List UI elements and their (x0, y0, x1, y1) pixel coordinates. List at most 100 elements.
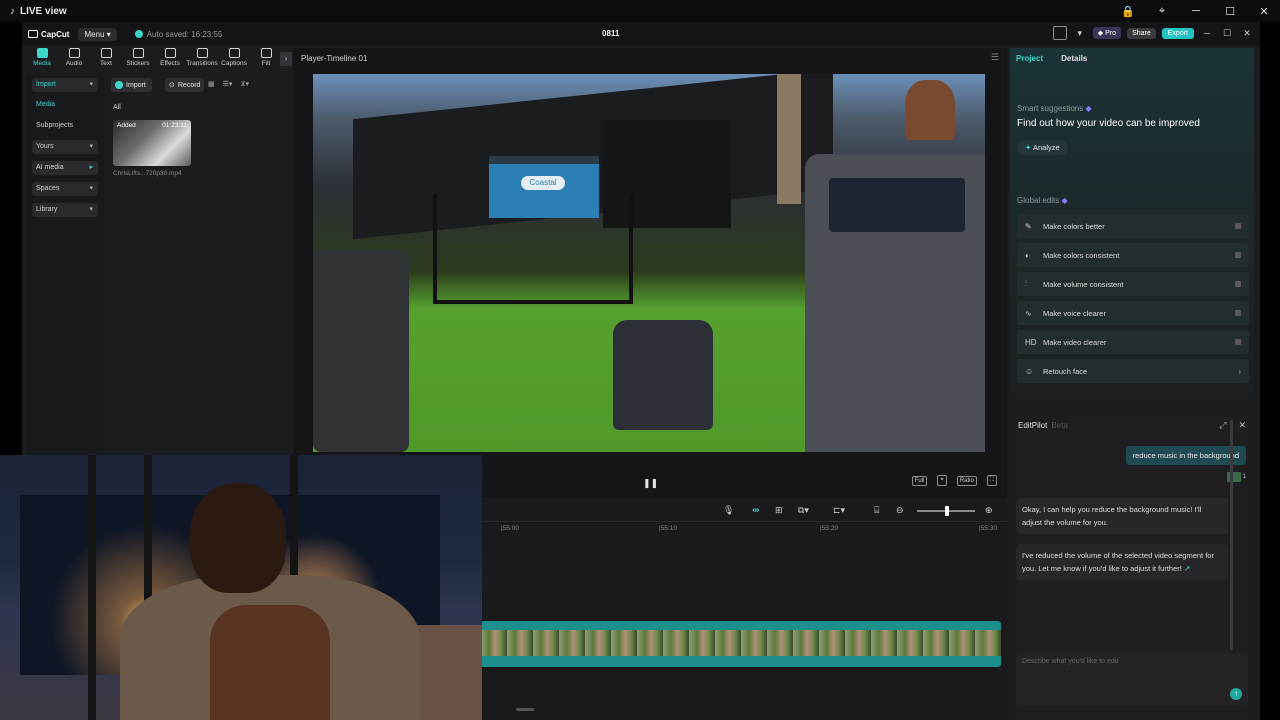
app-close-icon[interactable]: ✕ (1240, 28, 1254, 39)
all-filter-label[interactable]: All (113, 104, 121, 111)
effects-icon (164, 48, 176, 58)
app-minimize-icon[interactable]: ─ (1200, 28, 1214, 38)
player-menu-icon[interactable]: ☰ (991, 52, 999, 63)
editpilot-scrollbar[interactable] (1230, 420, 1233, 650)
send-icon[interactable]: ↑ (1230, 688, 1242, 700)
sidebar-item-subprojects[interactable]: Subprojects (32, 119, 98, 133)
toolbar-scroll-right-icon[interactable]: › (280, 52, 292, 66)
edit-make-colors-consistent[interactable]: ◐ Make colors consistent (1017, 243, 1249, 267)
edit-toggle[interactable] (1235, 223, 1241, 229)
lock-icon[interactable]: 🔒 (1120, 3, 1136, 19)
sort-icon[interactable]: ☰▾ (223, 80, 233, 88)
maximize-icon[interactable]: ☐ (1222, 3, 1238, 19)
os-title-text: LIVE view (20, 5, 67, 17)
tool-stickers[interactable]: Stickers (122, 48, 154, 72)
sidebar-item-ai-media[interactable]: AI media ▸ (32, 161, 98, 175)
sidebar-item-label: AI media (36, 164, 64, 171)
record-button[interactable]: ⊙ Record (165, 78, 205, 92)
tab-project[interactable]: Project (1016, 54, 1043, 63)
tool-audio[interactable]: Audio (58, 48, 90, 72)
tool-captions[interactable]: Captions (218, 48, 250, 72)
external-link-icon[interactable]: ↗ (1184, 564, 1190, 573)
tool-transitions[interactable]: Transitions (186, 48, 218, 72)
autosave-status: Auto saved: 16:23:55 (134, 30, 222, 39)
layout-dropdown-icon[interactable]: ▾ (1073, 28, 1087, 39)
media-sidebar: Import ▾ Media Subprojects Yours ▾ AI medi… (26, 74, 104, 454)
sidebar-item-import[interactable]: Import ▾ (32, 78, 98, 92)
transitions-icon (196, 48, 208, 58)
record-label: Record (177, 81, 201, 89)
snap-icon[interactable]: ⊞ (775, 505, 783, 516)
export-button[interactable]: Export (1161, 27, 1194, 39)
os-titlebar: ♪ LIVE view 🔒 ⌖ ─ ☐ ✕ (0, 0, 1280, 22)
ruler-tick: |55:30 (979, 525, 997, 532)
streamer-head (190, 483, 286, 593)
ratio-button[interactable]: Ratio (956, 475, 977, 486)
media-thumbnail[interactable]: Added 01:23:11 (113, 120, 191, 166)
os-title: ♪ LIVE view (10, 6, 67, 17)
tool-media[interactable]: Media (26, 48, 58, 72)
edit-label: Make colors better (1043, 221, 1105, 231)
clip-frames (481, 630, 1001, 656)
edit-make-video-clearer[interactable]: HD Make video clearer (1017, 330, 1249, 354)
sidebar-item-media[interactable]: Media (32, 98, 98, 112)
sidebar-item-library[interactable]: Library ▾ (32, 203, 98, 217)
project-title: 0811 (602, 29, 620, 38)
chevron-down-icon: ▾ (89, 206, 93, 213)
close-icon[interactable]: ✕ (1238, 420, 1246, 431)
layout-icon[interactable] (1052, 26, 1067, 40)
player-panel: Player-Timeline 01 ☰ Coastal ❚❚ Full ⌖ R… (293, 48, 1007, 498)
added-badge: Added (117, 122, 136, 129)
expand-icon[interactable]: ⤢ (1219, 420, 1226, 431)
tool-text[interactable]: Text (90, 48, 122, 72)
edit-toggle[interactable] (1235, 310, 1241, 316)
zoom-in-icon[interactable]: ⊕ (985, 505, 993, 516)
zoom-slider[interactable] (917, 506, 975, 516)
horizontal-scrollbar[interactable] (516, 708, 534, 711)
fullscreen-quality-button[interactable]: Full (911, 475, 928, 486)
edit-make-voice-clearer[interactable]: ∿ Make voice clearer (1017, 301, 1249, 325)
edit-label: Make voice clearer (1043, 308, 1106, 318)
split-icon[interactable]: ⧉▾ (798, 505, 809, 516)
tool-effects[interactable]: Effects (154, 48, 186, 72)
zoom-slider-knob[interactable] (945, 506, 949, 516)
sidebar-item-yours[interactable]: Yours ▾ (32, 140, 98, 154)
grid-view-icon[interactable]: ▦ (208, 80, 215, 88)
target-icon[interactable]: ⌖ (1154, 3, 1170, 19)
filter-icon[interactable]: ⊻▾ (240, 80, 249, 88)
edit-make-colors-better[interactable]: ✎ Make colors better (1017, 214, 1249, 238)
focus-icon[interactable]: ⌖ (937, 475, 947, 486)
microphone-icon[interactable]: 🎙 (723, 505, 734, 516)
edit-retouch-face[interactable]: ☺ Retouch face › (1017, 359, 1249, 383)
sparkle-icon: ✦ (1025, 143, 1032, 152)
app-maximize-icon[interactable]: ☐ (1220, 28, 1234, 39)
expand-icon[interactable]: ⛶ (986, 475, 997, 486)
editpilot-input[interactable]: Describe what you'd like to edit ↑ (1016, 652, 1248, 706)
preview-axis-icon[interactable]: ⊏▾ (833, 505, 845, 516)
close-icon[interactable]: ✕ (1256, 3, 1272, 19)
capcut-logo: CapCut (28, 30, 69, 39)
minimize-icon[interactable]: ─ (1188, 3, 1204, 19)
clip-duration: 01:23:11 (162, 122, 187, 129)
menu-button-label: Menu (84, 29, 105, 39)
tab-details[interactable]: Details (1061, 54, 1087, 63)
video-preview[interactable]: Coastal (313, 74, 985, 452)
zoom-out-icon[interactable]: ⊖ (896, 505, 904, 516)
share-button[interactable]: Share (1127, 27, 1156, 39)
analyze-label: Analyze (1032, 143, 1060, 152)
pro-button[interactable]: ◆ Pro (1092, 27, 1122, 39)
edit-make-volume-consistent[interactable]: ⫶ Make volume consistent (1017, 272, 1249, 296)
sidebar-item-spaces[interactable]: Spaces ▾ (32, 182, 98, 196)
scene-person (905, 80, 955, 140)
import-button[interactable]: Import (111, 78, 152, 92)
edit-toggle[interactable] (1235, 281, 1241, 287)
analyze-button[interactable]: ✦ Analyze (1017, 140, 1068, 155)
tool-filters[interactable]: Filt (250, 48, 282, 72)
subtitle-icon[interactable]: ⌸ (874, 505, 879, 516)
menu-button[interactable]: Menu ▾ (78, 27, 117, 41)
edit-toggle[interactable] (1235, 252, 1241, 258)
video-clip[interactable] (481, 621, 1001, 667)
pause-icon[interactable]: ❚❚ (643, 478, 658, 488)
link-toggle-icon[interactable]: ⇹ (752, 505, 760, 516)
edit-toggle[interactable] (1235, 339, 1241, 345)
